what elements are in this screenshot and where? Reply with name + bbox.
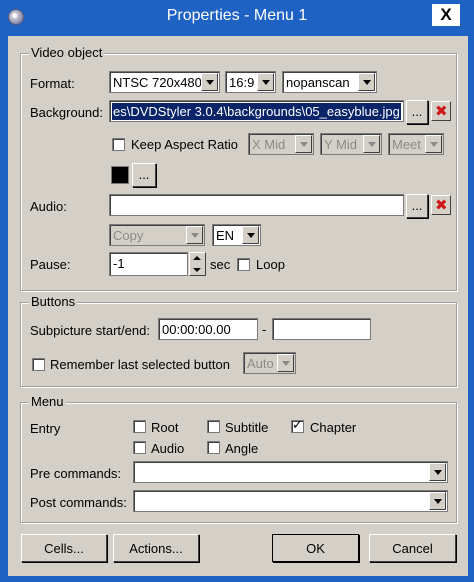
pre-commands-combo[interactable] xyxy=(133,461,448,483)
remember-last-checkbox[interactable] xyxy=(32,358,45,371)
aspect-ratio-value: 16:9 xyxy=(229,75,255,90)
chevron-down-icon[interactable] xyxy=(201,73,218,91)
video-object-group-title: Video object xyxy=(29,45,105,60)
subpicture-start-field[interactable]: 00:00:00.00 xyxy=(158,318,258,340)
chevron-down-icon[interactable] xyxy=(429,492,446,510)
chevron-down-icon xyxy=(295,135,312,153)
entry-audio-checkbox[interactable] xyxy=(133,441,146,454)
close-button[interactable]: X xyxy=(432,4,460,26)
x-align-value: X Mid xyxy=(252,137,286,152)
dialog-client-area: Video object Format: NTSC 720x480 16:9 n… xyxy=(8,36,468,576)
cells-button[interactable]: Cells... xyxy=(21,534,107,562)
cancel-button[interactable]: Cancel xyxy=(369,534,456,562)
audio-label: Audio: xyxy=(30,199,67,214)
color-picker-button[interactable]: ... xyxy=(132,163,156,187)
entry-chapter-label: Chapter xyxy=(310,420,357,435)
seconds-unit-label: sec xyxy=(210,257,231,272)
y-align-select: Y Mid xyxy=(320,133,382,155)
chevron-down-icon[interactable] xyxy=(242,226,259,244)
background-label: Background: xyxy=(30,105,103,120)
audio-browse-ellipsis: ... xyxy=(411,198,423,213)
scale-mode-value: Meet xyxy=(392,137,421,152)
spin-up-icon[interactable] xyxy=(193,256,201,260)
format-select-value: NTSC 720x480 xyxy=(113,75,202,90)
pause-input[interactable]: -1 xyxy=(109,252,188,276)
window-title: Properties - Menu 1 xyxy=(166,7,308,24)
audio-path-field[interactable] xyxy=(109,194,404,216)
browse-ellipsis: ... xyxy=(411,104,423,119)
pre-commands-label: Pre commands: xyxy=(30,466,122,481)
chevron-down-icon xyxy=(186,226,203,244)
entry-subtitle-checkbox[interactable] xyxy=(207,420,220,433)
chevron-down-icon xyxy=(425,135,442,153)
ok-button[interactable]: OK xyxy=(272,534,359,562)
actions-button[interactable]: Actions... xyxy=(113,534,199,562)
remember-mode-select: Auto xyxy=(243,352,296,374)
background-path-value: es\DVDStyler 3.0.4\backgrounds\05_easybl… xyxy=(112,103,401,120)
menu-group-title: Menu xyxy=(29,394,66,409)
color-picker-ellipsis: ... xyxy=(138,167,150,182)
spin-down-icon[interactable] xyxy=(193,268,201,272)
aspect-ratio-select[interactable]: 16:9 xyxy=(225,71,276,93)
entry-subtitle-label: Subtitle xyxy=(225,420,269,435)
chevron-down-icon[interactable] xyxy=(429,463,446,481)
x-align-select: X Mid xyxy=(248,133,314,155)
loop-label: Loop xyxy=(256,257,285,272)
audio-language-value: EN xyxy=(216,228,235,243)
background-color-swatch[interactable] xyxy=(111,166,129,184)
entry-root-label: Root xyxy=(151,420,179,435)
ok-button-label: OK xyxy=(306,541,325,556)
pause-value: -1 xyxy=(113,256,125,271)
pause-spinner[interactable] xyxy=(189,252,206,276)
chevron-down-icon xyxy=(363,135,380,153)
audio-delete-icon[interactable] xyxy=(431,195,451,215)
y-align-value: Y Mid xyxy=(324,137,357,152)
entry-chapter-checkbox[interactable] xyxy=(291,418,304,433)
post-commands-label: Post commands: xyxy=(30,495,127,510)
format-label: Format: xyxy=(30,76,75,91)
scale-mode-select: Meet xyxy=(388,133,444,155)
remember-mode-value: Auto xyxy=(247,356,274,371)
entry-audio-label: Audio xyxy=(151,441,185,456)
audio-browse-button[interactable]: ... xyxy=(406,194,428,218)
loop-checkbox[interactable] xyxy=(237,258,250,271)
post-commands-combo[interactable] xyxy=(133,490,448,512)
keep-aspect-checkbox[interactable] xyxy=(112,138,125,151)
entry-label: Entry xyxy=(30,421,61,436)
background-browse-button[interactable]: ... xyxy=(406,100,428,124)
background-delete-icon[interactable] xyxy=(431,101,451,121)
background-path-field[interactable]: es\DVDStyler 3.0.4\backgrounds\05_easybl… xyxy=(109,100,404,122)
audio-language-select[interactable]: EN xyxy=(212,224,261,246)
range-dash: - xyxy=(262,322,267,337)
pause-label: Pause: xyxy=(30,257,71,272)
chevron-down-icon[interactable] xyxy=(257,73,274,91)
format-select[interactable]: NTSC 720x480 xyxy=(109,71,220,93)
buttons-group: Buttons xyxy=(20,294,457,387)
cancel-button-label: Cancel xyxy=(392,541,433,556)
subpicture-label: Subpicture start/end: xyxy=(30,323,150,338)
actions-button-label: Actions... xyxy=(129,541,183,556)
subpicture-start-value: 00:00:00.00 xyxy=(162,322,231,337)
entry-angle-label: Angle xyxy=(225,441,259,456)
properties-window: Properties - Menu 1 X Video object Forma… xyxy=(0,0,474,582)
entry-angle-checkbox[interactable] xyxy=(207,441,220,454)
entry-root-checkbox[interactable] xyxy=(133,420,146,433)
scan-mode-select[interactable]: nopanscan xyxy=(282,71,377,93)
chevron-down-icon[interactable] xyxy=(358,73,375,91)
cells-button-label: Cells... xyxy=(44,541,84,556)
scan-mode-value: nopanscan xyxy=(286,75,350,90)
audio-mode-value: Copy xyxy=(113,228,144,243)
buttons-group-title: Buttons xyxy=(29,294,78,309)
audio-mode-select: Copy xyxy=(109,224,205,246)
chevron-down-icon xyxy=(277,354,294,372)
remember-last-label: Remember last selected button xyxy=(50,357,230,372)
keep-aspect-label: Keep Aspect Ratio xyxy=(131,137,238,152)
subpicture-end-field[interactable] xyxy=(272,318,371,340)
title-bar[interactable]: Properties - Menu 1 X xyxy=(0,0,474,36)
